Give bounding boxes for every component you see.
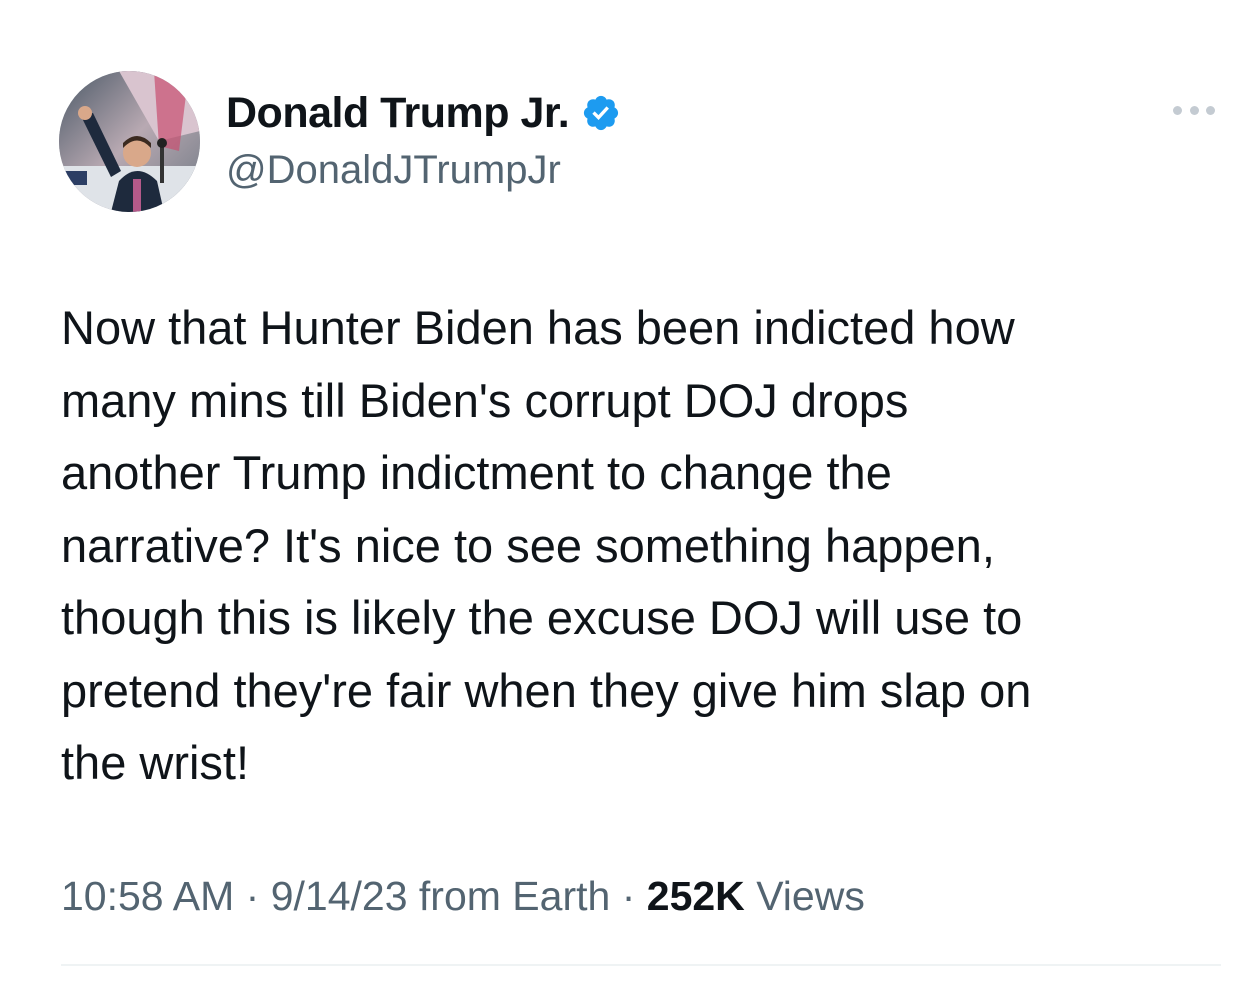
avatar-image (59, 71, 200, 212)
more-dot (1173, 105, 1182, 115)
avatar[interactable] (59, 71, 200, 212)
tweet-text-line: Now that Hunter Biden has been indicted … (61, 301, 1015, 354)
meta-separator: · (621, 873, 636, 919)
views-label[interactable]: Views (756, 873, 865, 919)
meta-separator: · (245, 873, 260, 919)
tweet-text-line: narrative? It's nice to see something ha… (61, 518, 995, 572)
tweet-text: Now that Hunter Biden has been indicted … (61, 292, 1201, 800)
tweet-text-line: though this is likely the excuse DOJ wil… (61, 591, 1023, 644)
verified-badge-icon (584, 95, 619, 131)
author-display-name[interactable]: Donald Trump Jr. (226, 89, 570, 138)
author-name-row: Donald Trump Jr. (226, 88, 621, 138)
tweet-text-line: another Trump indictment to change the (61, 446, 892, 499)
tweet-text-line: the wrist! (61, 736, 250, 789)
author-handle[interactable]: @DonaldJTrumpJr (226, 148, 561, 193)
views-count[interactable]: 252K (647, 873, 745, 919)
more-dot (1206, 105, 1215, 115)
tweet: Donald Trump Jr. @DonaldJTrumpJr Now tha… (0, 0, 1242, 983)
tweet-source: from Earth (418, 873, 611, 919)
more-dot (1189, 105, 1199, 115)
tweet-text-line: many mins till Biden's corrupt DOJ drops (61, 373, 909, 427)
divider (61, 964, 1221, 966)
tweet-text-line: pretend they're fair when they give him … (61, 663, 1032, 717)
more-horizontal-icon[interactable] (1173, 98, 1215, 122)
tweet-meta: 10:58 AM · 9/14/23 from Earth · 252K Vie… (61, 873, 865, 920)
tweet-time[interactable]: 10:58 AM (61, 873, 234, 919)
tweet-date[interactable]: 9/14/23 (271, 873, 408, 919)
